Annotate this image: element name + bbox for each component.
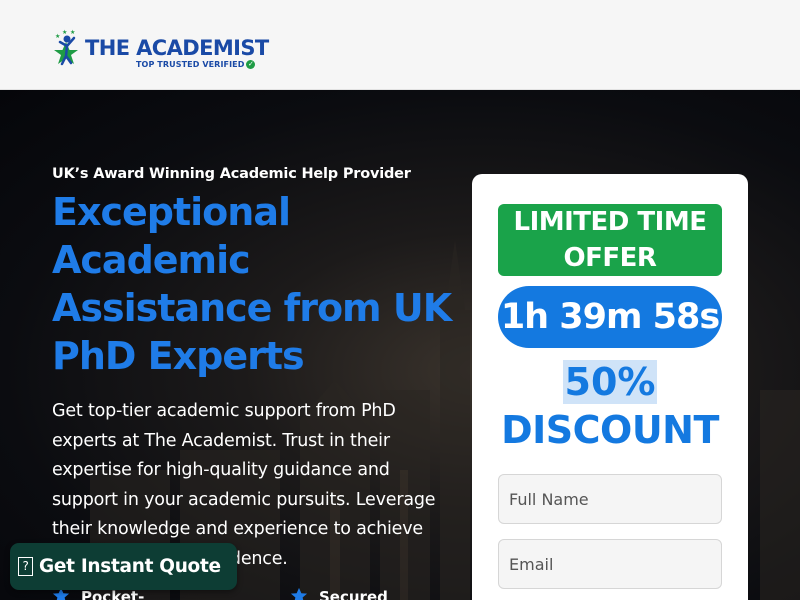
countdown-timer: 1h 39m 58s (498, 286, 722, 348)
email-input[interactable] (498, 539, 722, 589)
site-header: ★ ★ ★ THE ACADEMIST TOP TRUSTED VERIFIED… (0, 0, 800, 90)
feature-label: Secured (319, 588, 388, 600)
quote-icon: ? (18, 557, 33, 576)
limited-offer-banner: LIMITED TIME OFFER (498, 204, 722, 276)
discount-label: DISCOUNT (501, 408, 719, 452)
logo[interactable]: ★ ★ ★ THE ACADEMIST TOP TRUSTED VERIFIED… (52, 28, 282, 72)
discount-percent: 50% (472, 360, 748, 404)
logo-title: THE ACADEMIST (85, 36, 269, 60)
full-name-input[interactable] (498, 474, 722, 524)
offer-banner-line1: LIMITED TIME (513, 207, 707, 237)
logo-subtitle: TOP TRUSTED VERIFIED ✓ (136, 60, 256, 69)
offer-card: LIMITED TIME OFFER 1h 39m 58s 50% DISCOU… (472, 174, 748, 600)
star-icon (290, 587, 308, 600)
logo-subtitle-text: TOP TRUSTED VERIFIED (136, 60, 245, 69)
svg-text:★: ★ (70, 29, 75, 36)
svg-text:★: ★ (62, 29, 67, 36)
hero-headline: Exceptional Academic Assistance from UK … (52, 190, 452, 378)
get-instant-quote-button[interactable]: ? Get Instant Quote (10, 543, 237, 590)
verified-check-icon: ✓ (246, 60, 256, 69)
discount-percent-text: 50% (562, 360, 658, 404)
logo-figure-icon: ★ ★ ★ (54, 29, 78, 66)
svg-text:★: ★ (55, 33, 60, 40)
quote-button-label: Get Instant Quote (39, 556, 221, 577)
offer-banner-line2: OFFER (563, 243, 657, 273)
hero-eyebrow: UK’s Award Winning Academic Help Provide… (52, 166, 411, 182)
